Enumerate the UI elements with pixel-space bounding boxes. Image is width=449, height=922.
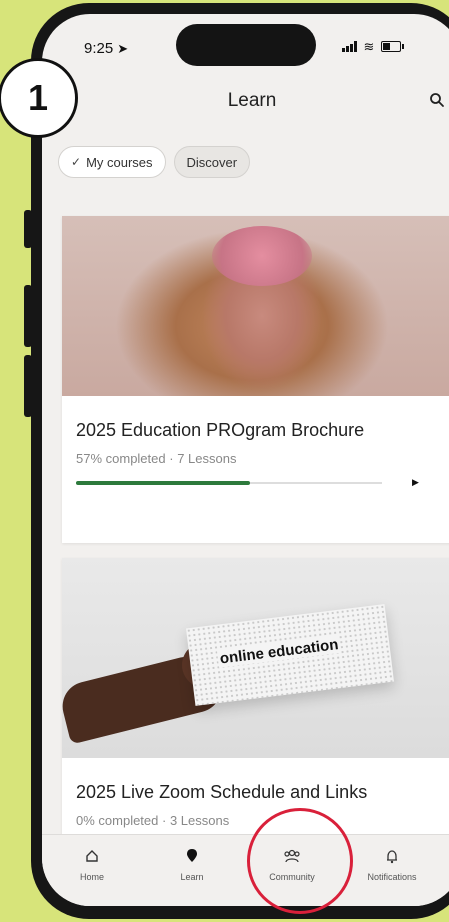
- check-icon: ✓: [71, 155, 82, 169]
- signal-icon: [342, 41, 357, 52]
- wifi-icon: ≋: [363, 39, 375, 54]
- status-bar-time: 9:25 ➤: [84, 40, 128, 57]
- volume-up-button: [24, 285, 32, 347]
- tab-notifications[interactable]: Notifications: [352, 847, 432, 882]
- step-number-badge: 1: [0, 58, 78, 138]
- progress-track: [76, 481, 382, 485]
- volume-down-button: [24, 355, 32, 417]
- tab-label: Learn: [180, 872, 204, 882]
- tab-home[interactable]: Home: [52, 847, 132, 882]
- course-meta: 57% completed · 7 Lessons: [76, 451, 237, 466]
- progress-fill: [76, 481, 251, 485]
- course-thumbnail-online-education: online education: [62, 558, 449, 758]
- course-title: 2025 Live Zoom Schedule and Links: [76, 782, 368, 802]
- search-icon[interactable]: [429, 92, 445, 108]
- chip-label: Discover: [186, 154, 238, 170]
- tab-bar: Home Learn Community Notifications: [42, 834, 449, 906]
- community-highlight-circle: [247, 808, 353, 914]
- course-progress: ▶: [62, 474, 449, 494]
- filter-chips: ✓ My courses Discover: [58, 146, 251, 178]
- bell-icon: [352, 847, 432, 865]
- status-icons: ≋: [342, 39, 405, 54]
- mute-switch: [24, 210, 32, 248]
- course-card[interactable]: online education 2025 Live Zoom Schedule…: [62, 558, 449, 858]
- image-caption: online education: [216, 635, 342, 668]
- learn-icon: [152, 847, 232, 865]
- tab-label: Home: [79, 872, 104, 882]
- play-icon[interactable]: ▶: [412, 477, 419, 488]
- chip-my-courses[interactable]: ✓ My courses: [58, 146, 166, 178]
- dynamic-island: [176, 24, 316, 66]
- course-card[interactable]: 2025 Education PROgram Brochure 57% comp…: [62, 216, 449, 543]
- course-thumbnail-model: [62, 216, 449, 396]
- chip-label: My courses: [86, 154, 153, 170]
- location-arrow-icon: ➤: [117, 41, 129, 56]
- time-text: 9:25: [84, 40, 114, 57]
- home-icon: [52, 847, 132, 865]
- tab-learn[interactable]: Learn: [152, 847, 232, 882]
- battery-icon: [381, 41, 405, 52]
- chip-discover[interactable]: Discover: [173, 146, 251, 178]
- page-title: Learn: [227, 90, 277, 111]
- app-screen: 9:25 ➤ ≋ Learn ✓ My courses Discover 2025…: [42, 14, 449, 906]
- course-title: 2025 Education PROgram Brochure: [76, 420, 365, 440]
- tab-label: Notifications: [367, 872, 417, 882]
